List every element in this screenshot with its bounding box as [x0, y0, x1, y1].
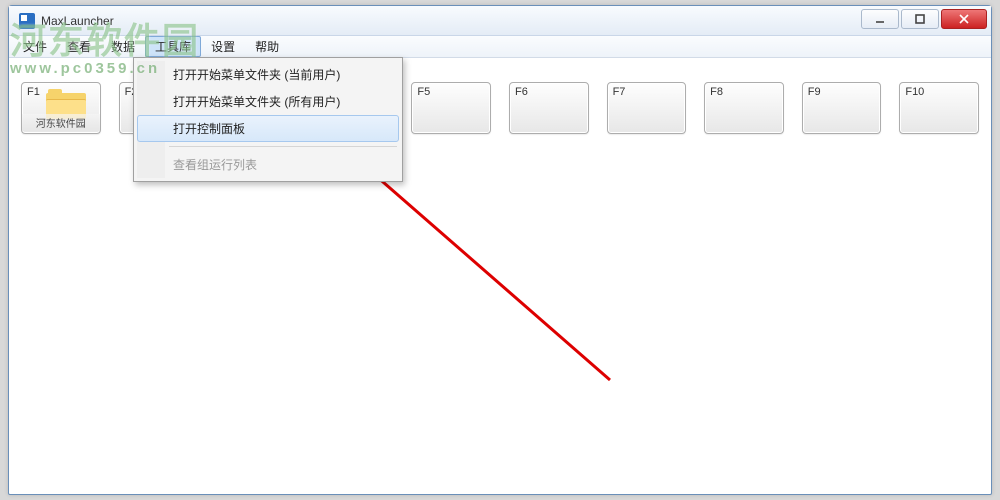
dropdown-item-start-all-users[interactable]: 打开开始菜单文件夹 (所有用户) — [137, 88, 399, 115]
menu-view[interactable]: 查看 — [57, 36, 101, 57]
app-icon — [19, 13, 35, 29]
titlebar[interactable]: MaxLauncher — [9, 6, 991, 36]
maximize-icon — [914, 13, 926, 25]
menu-settings[interactable]: 设置 — [201, 36, 245, 57]
slot-key-label: F10 — [905, 86, 924, 98]
slot-f7[interactable]: F7 — [607, 82, 687, 134]
window-buttons — [861, 9, 987, 29]
minimize-icon — [874, 13, 886, 25]
slot-f6[interactable]: F6 — [509, 82, 589, 134]
slot-key-label: F8 — [710, 86, 723, 98]
menu-tools[interactable]: 工具库 — [145, 36, 201, 57]
menubar: 文件 查看 数据 工具库 设置 帮助 — [9, 36, 991, 58]
window-title: MaxLauncher — [41, 14, 114, 28]
tools-dropdown: 打开开始菜单文件夹 (当前用户) 打开开始菜单文件夹 (所有用户) 打开控制面板… — [133, 57, 403, 182]
dropdown-item-view-run-list: 查看组运行列表 — [137, 151, 399, 178]
slot-f10[interactable]: F10 — [899, 82, 979, 134]
slot-caption: 河东软件园 — [22, 114, 100, 131]
dropdown-separator — [169, 146, 397, 147]
slot-key-label: F5 — [417, 86, 430, 98]
menu-file[interactable]: 文件 — [13, 36, 57, 57]
dropdown-item-control-panel[interactable]: 打开控制面板 — [137, 115, 399, 142]
slot-key-label: F1 — [27, 86, 40, 98]
app-window: MaxLauncher 文件 查看 数据 工具库 设置 帮助 打开开始菜单文件夹… — [8, 5, 992, 495]
minimize-button[interactable] — [861, 9, 899, 29]
slot-key-label: F7 — [613, 86, 626, 98]
slot-f5[interactable]: F5 — [411, 82, 491, 134]
dropdown-item-start-current-user[interactable]: 打开开始菜单文件夹 (当前用户) — [137, 61, 399, 88]
slot-key-label: F9 — [808, 86, 821, 98]
menu-help[interactable]: 帮助 — [245, 36, 289, 57]
slot-f1[interactable]: F1 河东软件园 — [21, 82, 101, 134]
maximize-button[interactable] — [901, 9, 939, 29]
slot-key-label: F6 — [515, 86, 528, 98]
menu-data[interactable]: 数据 — [101, 36, 145, 57]
close-button[interactable] — [941, 9, 987, 29]
close-icon — [958, 13, 970, 25]
slot-f9[interactable]: F9 — [802, 82, 882, 134]
slot-f8[interactable]: F8 — [704, 82, 784, 134]
